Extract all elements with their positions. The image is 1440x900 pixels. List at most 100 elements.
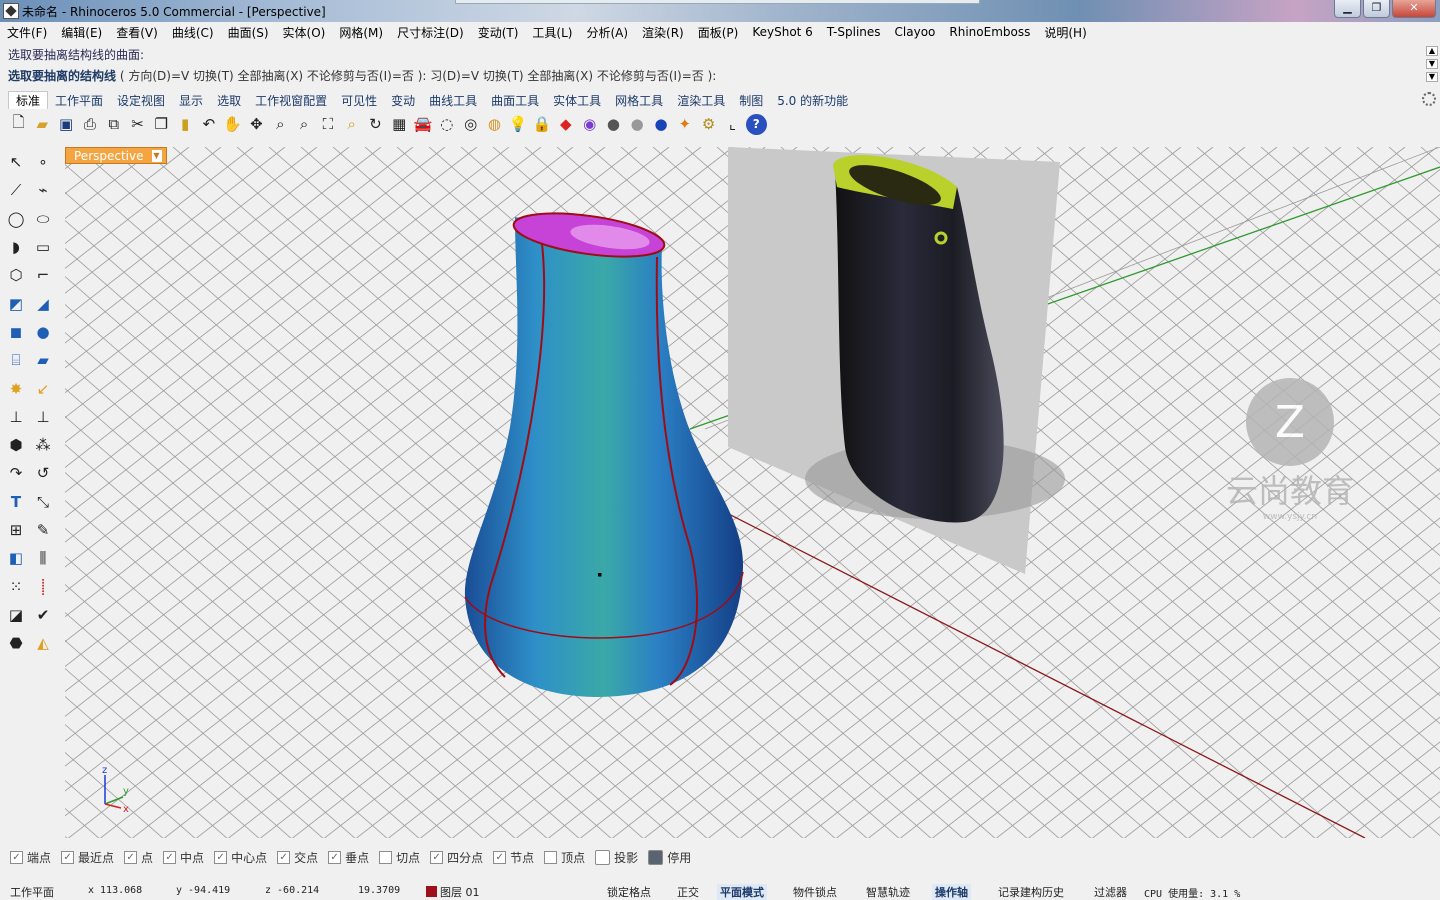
osnap-tangent[interactable]: 切点: [379, 849, 420, 866]
menu-dimension[interactable]: 尺寸标注(D): [390, 24, 471, 41]
checkbox-icon[interactable]: ✓: [61, 850, 75, 864]
mesh-plane-icon[interactable]: ▰: [32, 349, 54, 371]
osnap-quadrant[interactable]: ✓ 四分点: [430, 849, 483, 866]
checkbox-icon[interactable]: [595, 849, 611, 865]
menu-help[interactable]: 说明(H): [1037, 24, 1093, 41]
osnap-center[interactable]: ✓ 中心点: [214, 849, 267, 866]
solid-tools-icon[interactable]: ⬣: [5, 632, 27, 654]
explode-icon[interactable]: ✸: [5, 378, 27, 400]
ellipse-icon[interactable]: ⬭: [32, 208, 54, 230]
extrude-curve-icon[interactable]: ◢: [32, 293, 54, 315]
menu-transform[interactable]: 变动(T): [471, 24, 526, 41]
join-icon[interactable]: ⊥: [32, 406, 54, 428]
tab-transform[interactable]: 变动: [384, 92, 422, 109]
rectangle-icon[interactable]: ▭: [32, 236, 54, 258]
sphere-white-icon[interactable]: ●: [627, 114, 648, 135]
trim-icon[interactable]: ↙: [32, 378, 54, 400]
osnap-disable[interactable]: 停用: [648, 849, 691, 866]
status-cplane[interactable]: 工作平面: [10, 884, 54, 900]
material-bucket-icon[interactable]: ◭: [32, 632, 54, 654]
perspective-viewport[interactable]: ▪ z y x Z 云尚教育 www.ysjy.cn: [65, 147, 1440, 838]
tab-solid-tools[interactable]: 实体工具: [546, 92, 608, 109]
tab-mesh-tools[interactable]: 网格工具: [608, 92, 670, 109]
viewport-menu-arrow-icon[interactable]: ▼: [151, 149, 162, 162]
select-arrow-icon[interactable]: ↖: [5, 151, 27, 173]
surface-corner-icon[interactable]: ◩: [5, 293, 27, 315]
import-icon[interactable]: ⧉: [103, 114, 124, 135]
status-smarttrack[interactable]: 智慧轨迹: [866, 884, 910, 900]
scale-icon[interactable]: ↺: [32, 462, 54, 484]
rhino-app-icon[interactable]: [3, 3, 19, 19]
sphere-gray-icon[interactable]: ●: [603, 114, 624, 135]
car-icon[interactable]: 🚘: [413, 114, 434, 135]
viewport-tab-perspective[interactable]: Perspective ▼: [65, 147, 167, 164]
checkbox-icon[interactable]: ✓: [277, 850, 291, 864]
edit-points-icon[interactable]: ✎: [32, 519, 54, 541]
ungroup-icon[interactable]: ⁂: [32, 434, 54, 456]
osnap-project[interactable]: 投影: [595, 849, 638, 866]
maximize-button[interactable]: ❐: [1363, 0, 1390, 18]
zoom-icon[interactable]: ⌕: [270, 114, 291, 135]
new-icon[interactable]: 🗋: [8, 113, 29, 135]
command-scrollbar[interactable]: ▲ ▼ ▼: [1426, 46, 1438, 86]
osnap-vertex[interactable]: 顶点: [544, 849, 585, 866]
polyline-icon[interactable]: ⟋: [5, 179, 27, 201]
tab-select[interactable]: 选取: [210, 92, 248, 109]
color-wheel-icon[interactable]: ◉: [579, 114, 600, 135]
circle-icon[interactable]: ◯: [5, 208, 27, 230]
checkbox-icon[interactable]: ✓: [163, 850, 177, 864]
four-viewports-icon[interactable]: ▦: [389, 114, 410, 135]
lock-icon[interactable]: 🔒: [532, 114, 553, 135]
osnap-mid[interactable]: ✓ 中点: [163, 849, 204, 866]
tab-standard[interactable]: 标准: [8, 91, 49, 109]
checkbox-icon[interactable]: ✓: [124, 850, 138, 864]
menu-tsplines[interactable]: T-Splines: [820, 25, 888, 39]
osnap-knot[interactable]: ✓ 节点: [493, 849, 534, 866]
undo-icon[interactable]: ↶: [198, 114, 219, 135]
arc-icon[interactable]: ◗: [5, 236, 27, 258]
tab-viewport-layout[interactable]: 工作视窗配置: [248, 92, 334, 109]
status-record-history[interactable]: 记录建构历史: [998, 884, 1064, 900]
status-gumball[interactable]: 操作轴: [932, 884, 971, 900]
cylinder-icon[interactable]: ⌸: [5, 349, 27, 371]
osnap-perpendicular[interactable]: ✓ 垂点: [328, 849, 369, 866]
scroll-up-icon[interactable]: ▲: [1426, 46, 1438, 56]
contour-icon[interactable]: ⫼: [32, 547, 54, 569]
scroll-end-icon[interactable]: ▼: [1426, 72, 1438, 82]
menu-tools[interactable]: 工具(L): [525, 24, 579, 41]
curve-cv-icon[interactable]: ⌁: [32, 179, 54, 201]
tab-display[interactable]: 显示: [172, 92, 210, 109]
rotate-icon[interactable]: ↷: [5, 462, 27, 484]
tab-set-view[interactable]: 设定视图: [110, 92, 172, 109]
point-icon[interactable]: ∘: [32, 151, 54, 173]
status-planar[interactable]: 平面模式: [717, 884, 767, 900]
split-icon[interactable]: ⊥: [5, 406, 27, 428]
gumball-icon[interactable]: ⌞: [722, 114, 743, 135]
make2d-icon[interactable]: ◪: [5, 604, 27, 626]
menu-analyze[interactable]: 分析(A): [579, 24, 635, 41]
open-icon[interactable]: ▰: [32, 114, 53, 135]
keyshot-icon[interactable]: ✦: [674, 114, 695, 135]
check-icon[interactable]: ✔: [32, 604, 54, 626]
shaded-icon[interactable]: ◎: [460, 114, 481, 135]
grid-points-icon[interactable]: ⁙: [5, 576, 27, 598]
status-osnap[interactable]: 物件锁点: [793, 884, 837, 900]
group-icon[interactable]: ⬢: [5, 434, 27, 456]
menu-curve[interactable]: 曲线(C): [165, 24, 221, 41]
pan-icon[interactable]: ✋: [222, 114, 243, 135]
sphere-blue-icon[interactable]: ●: [651, 114, 672, 135]
osnap-intersection[interactable]: ✓ 交点: [277, 849, 318, 866]
wireframe-icon[interactable]: ◌: [436, 114, 457, 135]
checkbox-icon[interactable]: ✓: [493, 850, 507, 864]
status-ortho[interactable]: 正交: [677, 884, 699, 900]
viewport-canvas[interactable]: ▪ z y x Z 云尚教育 www.ysjy.cn: [65, 147, 1440, 838]
tab-drafting[interactable]: 制图: [732, 92, 770, 109]
scroll-down-icon[interactable]: ▼: [1426, 59, 1438, 69]
checkbox-icon[interactable]: ✓: [214, 850, 228, 864]
polygon-icon[interactable]: ⬡: [5, 264, 27, 286]
checkbox-icon[interactable]: [379, 850, 393, 864]
save-icon[interactable]: ▣: [56, 114, 77, 135]
checkbox-icon[interactable]: [544, 850, 558, 864]
rotate-view-icon[interactable]: ✥: [246, 114, 267, 135]
array-icon[interactable]: ⊞: [5, 519, 27, 541]
